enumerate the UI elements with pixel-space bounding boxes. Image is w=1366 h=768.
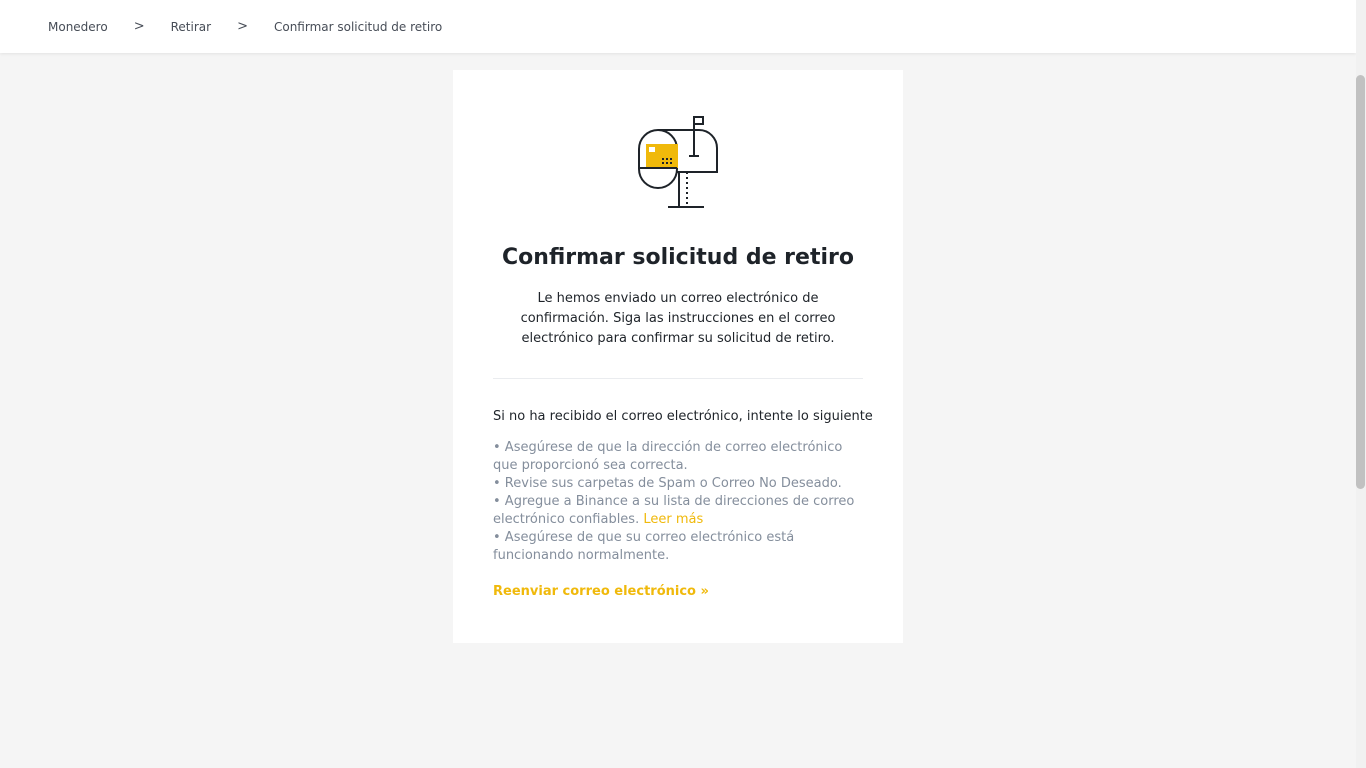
tip-item: • Agregue a Binance a su lista de direcc…	[493, 493, 868, 529]
breadcrumb-separator: >	[237, 19, 248, 34]
tip-item: • Asegúrese de que la dirección de corre…	[493, 440, 843, 473]
tips-list: • Asegúrese de que la dirección de corre…	[493, 439, 868, 565]
breadcrumb-separator: >	[133, 19, 145, 34]
confirmation-description: Le hemos enviado un correo electrónico d…	[520, 291, 836, 346]
breadcrumb-item-current: Confirmar solicitud de retiro	[273, 19, 443, 34]
divider	[493, 378, 863, 379]
breadcrumb-item-wallet[interactable]: Monedero	[48, 20, 108, 34]
tip-item: • Revise sus carpetas de Spam o Correo N…	[493, 476, 842, 491]
breadcrumb-item-withdraw[interactable]: Retirar	[171, 20, 211, 34]
breadcrumb: Monedero > Retirar > Confirmar solicitud…	[0, 0, 1356, 53]
confirmation-card: Confirmar solicitud de retiro Le hemos e…	[453, 70, 903, 643]
tip-item: • Asegúrese de que su correo electrónico…	[493, 530, 795, 563]
tips-title: Si no ha recibido el correo electrónico,…	[493, 409, 873, 424]
page-title: Confirmar solicitud de retiro	[502, 245, 854, 270]
read-more-link[interactable]: Leer más	[643, 512, 703, 527]
scrollbar-thumb[interactable]	[1356, 75, 1365, 489]
mailbox-icon	[638, 116, 718, 208]
resend-email-link[interactable]: Reenviar correo electrónico »	[493, 584, 709, 599]
